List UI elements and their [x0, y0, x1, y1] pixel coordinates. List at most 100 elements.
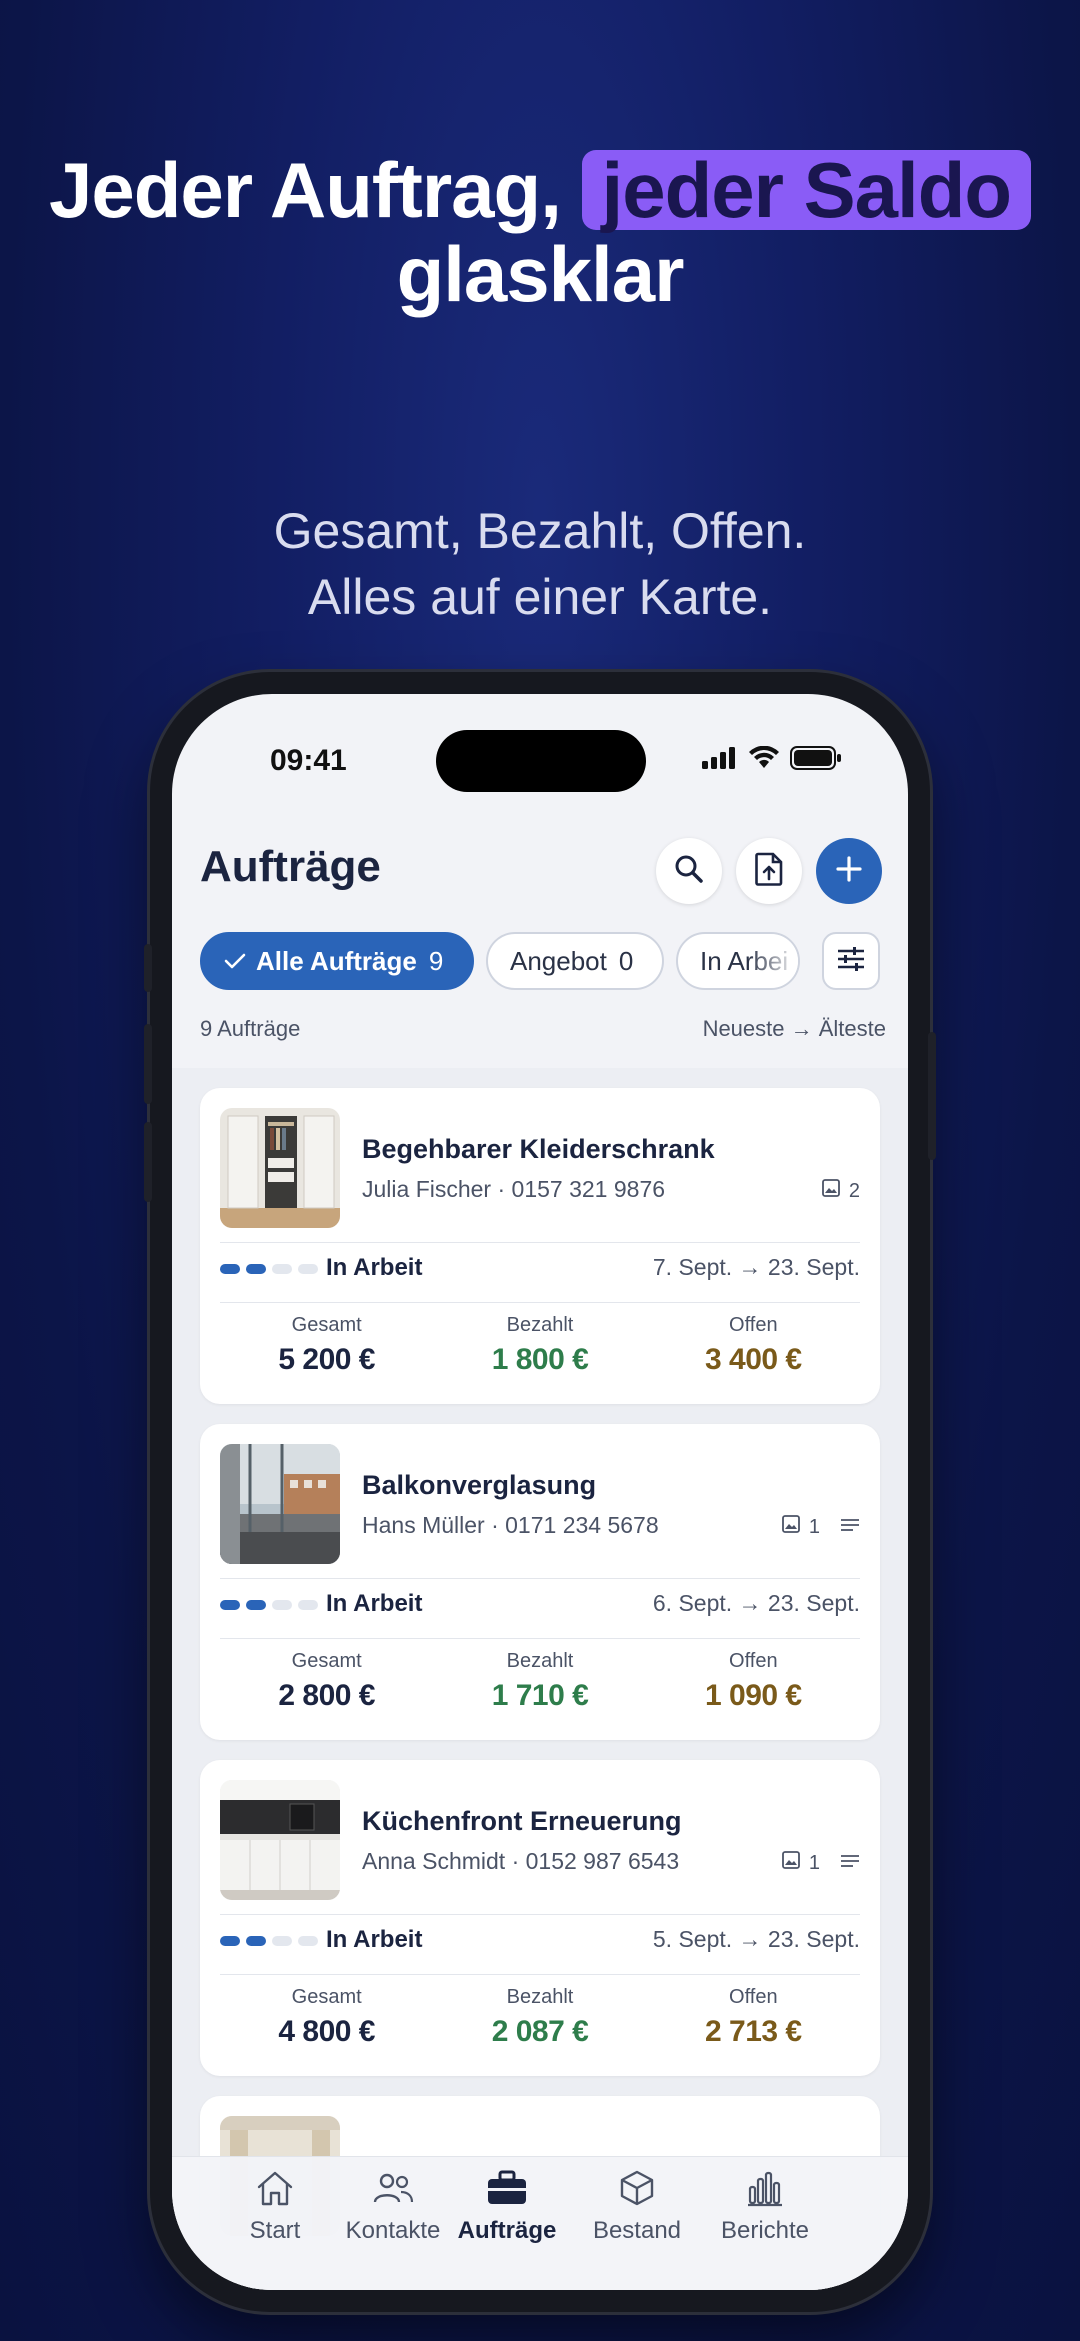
chip-count: 9: [428, 945, 444, 976]
progress-step: [246, 1600, 266, 1610]
order-customer: Anna Schmidt · 0152 987 6543: [362, 1848, 680, 1874]
divider: [220, 1914, 860, 1915]
tab-label: Start: [249, 2217, 301, 2244]
amount-value: 2 713 €: [705, 2015, 802, 2048]
wifi-icon: [748, 745, 780, 775]
tab-label: Bestand: [592, 2217, 682, 2244]
amount-value: 1 800 €: [491, 1343, 589, 1376]
subline-line1: Gesamt, Bezahlt, Offen.: [273, 503, 807, 559]
phone-screen: 09:41 Aufträge Alle Aufträge 9 Angebot 0…: [172, 694, 908, 2290]
amount-value: 5 200 €: [278, 1343, 375, 1376]
chip-in-arbeit[interactable]: In Arbei: [676, 932, 800, 990]
divider: [220, 1638, 860, 1639]
order-card[interactable]: Küchenfront Erneuerung Anna Schmidt · 01…: [200, 1760, 880, 2076]
headline-line1: Jeder Auftrag, jeder Saldo: [0, 148, 1080, 232]
amount-open: Offen 1 090 €: [647, 1650, 860, 1713]
notes-icon: [840, 1516, 860, 1539]
progress-step: [246, 1936, 266, 1946]
briefcase-icon: [486, 2170, 528, 2213]
order-thumbnail: [220, 1780, 340, 1900]
order-status: In Arbeit: [326, 1590, 423, 1617]
orders-list: Begehbarer Kleiderschrank Julia Fischer …: [172, 1068, 908, 2290]
tab-auftraege[interactable]: Aufträge: [442, 2170, 572, 2245]
progress-step: [220, 1936, 240, 1946]
order-dates: 5. Sept. → 23. Sept.: [652, 1926, 860, 1952]
headline-text: Jeder Auftrag,: [48, 146, 562, 234]
amount-label: Offen: [729, 1314, 778, 1336]
amount-total: Gesamt 5 200 €: [220, 1314, 433, 1377]
order-status: In Arbeit: [326, 1254, 423, 1281]
order-thumbnail: [220, 1444, 340, 1564]
order-amounts: Gesamt 2 800 € Bezahlt 1 710 € Offen 1 090 …: [220, 1650, 860, 1713]
tab-bar: Start Kontakte Aufträge Bestand Berichte: [172, 2156, 908, 2290]
tab-label: Aufträge: [457, 2217, 557, 2244]
order-card[interactable]: Begehbarer Kleiderschrank Julia Fischer …: [200, 1088, 880, 1404]
progress-step: [272, 1600, 292, 1610]
amount-value: 1 710 €: [491, 1679, 589, 1712]
order-card[interactable]: Balkonverglasung Hans Müller · 0171 234 …: [200, 1424, 880, 1740]
amount-label: Bezahlt: [506, 1314, 574, 1336]
order-thumbnail: [220, 1108, 340, 1228]
amount-label: Bezahlt: [506, 1650, 574, 1672]
chip-all-orders[interactable]: Alle Aufträge 9: [200, 932, 474, 990]
check-icon: [224, 952, 246, 970]
chip-angebot[interactable]: Angebot 0: [486, 932, 664, 990]
search-icon: [673, 853, 705, 890]
dynamic-island: [436, 730, 646, 792]
amount-label: Gesamt: [291, 1650, 362, 1672]
order-title: Begehbarer Kleiderschrank: [362, 1134, 715, 1164]
contacts-icon: [372, 2171, 414, 2212]
order-badges: 1: [781, 1850, 860, 1876]
search-button[interactable]: [656, 838, 722, 904]
amount-label: Bezahlt: [506, 1986, 574, 2008]
divider: [220, 1974, 860, 1975]
order-status: In Arbeit: [326, 1926, 423, 1953]
tab-berichte[interactable]: Berichte: [700, 2171, 830, 2245]
amount-value: 2 800 €: [278, 1679, 375, 1712]
progress-indicator: [220, 1264, 318, 1274]
chip-label: Angebot: [510, 945, 607, 976]
sort-toggle[interactable]: Neueste → Älteste: [703, 1016, 886, 1042]
amount-value: 4 800 €: [278, 2015, 375, 2048]
progress-step: [246, 1264, 266, 1274]
chip-label: Alle Aufträge: [256, 945, 417, 976]
divider: [220, 1302, 860, 1303]
chip-label: In Arbei: [700, 945, 789, 976]
amount-label: Offen: [729, 1650, 778, 1672]
power-button: [928, 1032, 936, 1160]
tab-start[interactable]: Start: [210, 2171, 340, 2245]
amount-paid: Bezahlt 1 710 €: [433, 1650, 646, 1713]
tab-bestand[interactable]: Bestand: [572, 2170, 702, 2245]
tab-label: Berichte: [720, 2217, 810, 2244]
volume-up-button: [144, 1024, 152, 1104]
order-amounts: Gesamt 4 800 € Bezahlt 2 087 € Offen 2 713 …: [220, 1986, 860, 2049]
amount-label: Offen: [729, 1986, 778, 2008]
order-badges: 2: [821, 1178, 860, 1204]
tab-label: Kontakte: [345, 2217, 441, 2244]
filter-settings-button[interactable]: [822, 932, 880, 990]
amount-paid: Bezahlt 1 800 €: [433, 1314, 646, 1377]
tab-kontakte[interactable]: Kontakte: [328, 2171, 458, 2245]
amount-value: 1 090 €: [705, 1679, 802, 1712]
progress-indicator: [220, 1600, 318, 1610]
progress-step: [220, 1264, 240, 1274]
headline-line2: glasklar: [396, 230, 685, 318]
battery-icon: [790, 746, 842, 775]
amount-paid: Bezahlt 2 087 €: [433, 1986, 646, 2049]
filter-chips: Alle Aufträge 9 Angebot 0 In Arbei: [200, 932, 886, 990]
divider: [220, 1242, 860, 1243]
image-icon: [781, 1514, 801, 1540]
chip-count: 0: [618, 945, 634, 976]
export-button[interactable]: [736, 838, 802, 904]
order-dates: 7. Sept. → 23. Sept.: [652, 1254, 860, 1280]
status-time: 09:41: [270, 744, 347, 777]
progress-step: [220, 1600, 240, 1610]
image-icon: [821, 1178, 841, 1204]
add-order-button[interactable]: [816, 838, 882, 904]
progress-step: [298, 1264, 318, 1274]
status-bar: 09:41: [172, 694, 908, 804]
amount-value: 3 400 €: [705, 1343, 802, 1376]
image-icon: [781, 1850, 801, 1876]
chart-icon: [746, 2169, 784, 2214]
order-badges: 1: [781, 1514, 860, 1540]
